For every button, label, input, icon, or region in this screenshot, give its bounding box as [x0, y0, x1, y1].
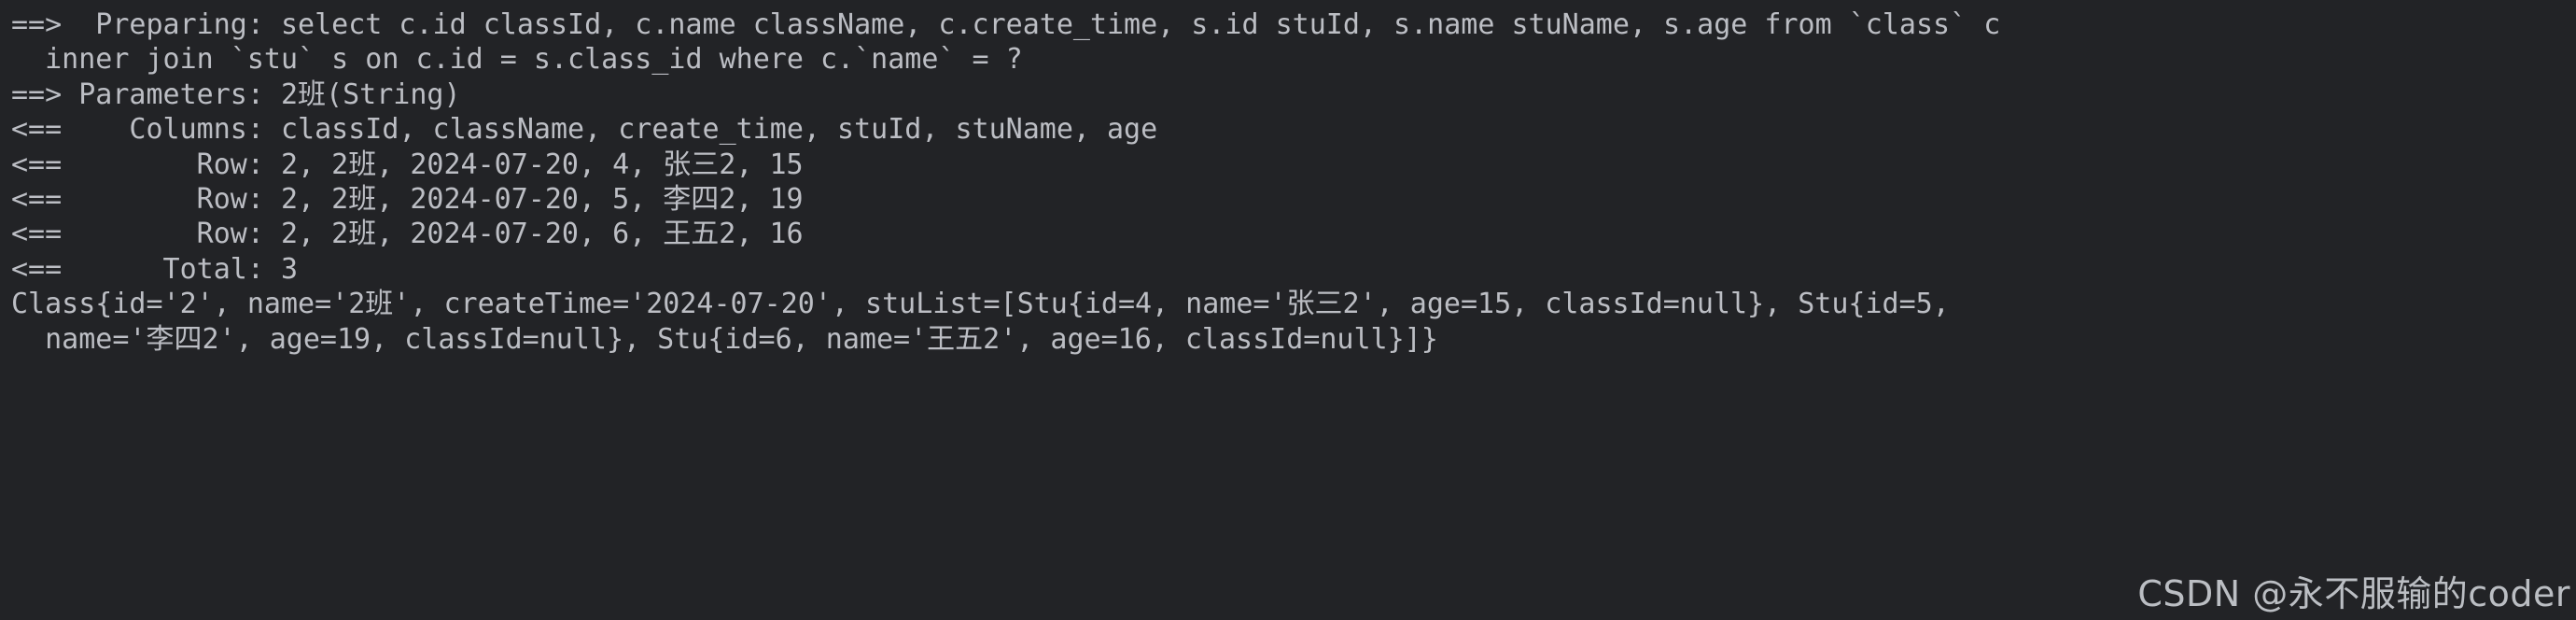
log-line-columns: <== Columns: classId, className, create_… [11, 113, 1158, 147]
log-line-row-3: <== Row: 2, 2班, 2024-07-20, 6, 王五2, 16 [11, 218, 804, 251]
log-line-class-result-continued: name='李四2', age=19, classId=null}, Stu{i… [11, 322, 1438, 356]
log-line-parameters: ==> Parameters: 2班(String) [11, 78, 461, 111]
log-line-prepare-sql: ==> Preparing: select c.id classId, c.na… [11, 8, 2001, 41]
log-line-total: <== Total: 3 [11, 252, 299, 286]
log-line-class-result: Class{id='2', name='2班', createTime='202… [11, 288, 1950, 321]
log-line-row-2: <== Row: 2, 2班, 2024-07-20, 5, 李四2, 19 [11, 183, 804, 217]
csdn-watermark: CSDN @永不服输的coder [2137, 573, 2570, 614]
log-line-row-1: <== Row: 2, 2班, 2024-07-20, 4, 张三2, 15 [11, 148, 804, 181]
log-line-prepare-sql-continued: inner join `stu` s on c.id = s.class_id … [11, 43, 1023, 77]
console-output-panel: ==> Preparing: select c.id classId, c.na… [0, 0, 2576, 620]
